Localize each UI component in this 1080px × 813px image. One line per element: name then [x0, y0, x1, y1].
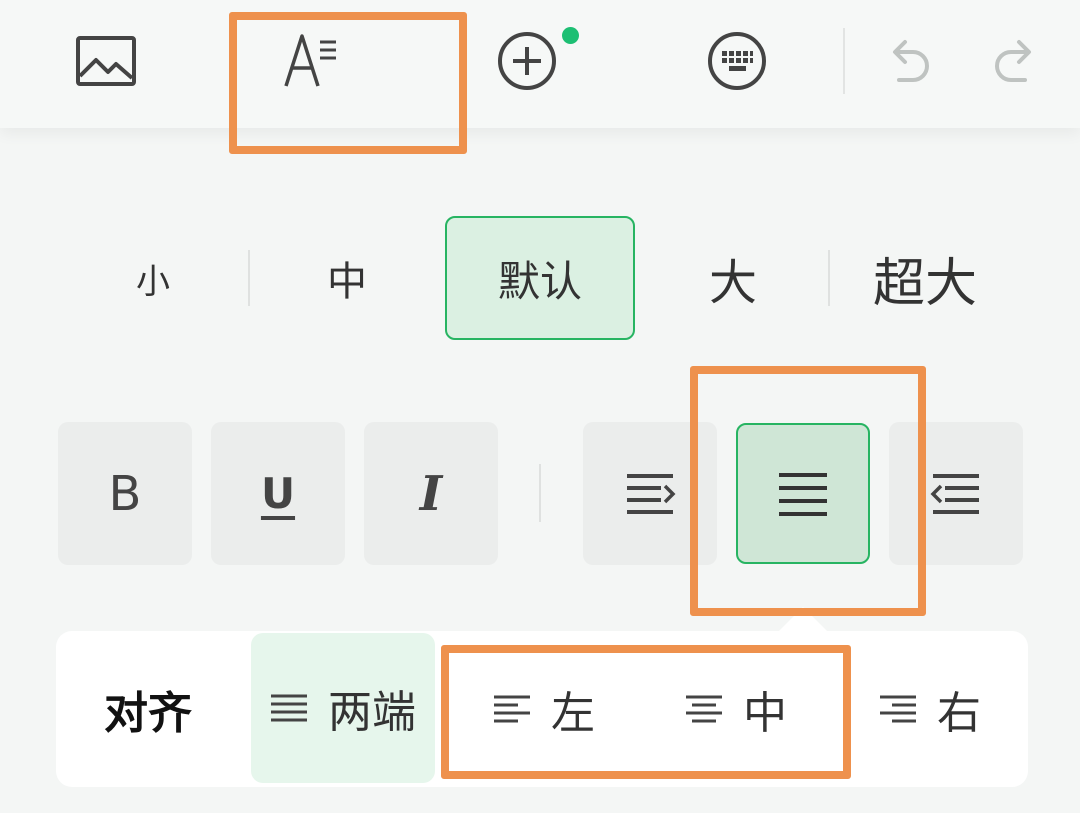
text-format-icon	[284, 34, 336, 87]
align-left-label: 左	[551, 688, 595, 739]
align-right-icon	[880, 695, 916, 723]
text-format-button[interactable]	[272, 24, 362, 96]
keyboard-button[interactable]	[704, 28, 770, 94]
redo-button[interactable]	[986, 30, 1044, 90]
italic-label: I	[419, 465, 443, 522]
editor-toolbar	[0, 0, 1080, 128]
size-separator	[828, 250, 830, 306]
size-small-label: 小	[136, 261, 170, 302]
insert-image-button[interactable]	[66, 28, 146, 94]
align-left-icon	[494, 695, 530, 723]
align-left-option[interactable]: 左	[464, 631, 624, 787]
size-small-option[interactable]: 小	[98, 216, 208, 340]
size-medium-label: 中	[327, 259, 367, 305]
undo-button[interactable]	[880, 30, 938, 90]
align-justify-icon	[779, 472, 827, 516]
underline-button[interactable]: U	[211, 422, 345, 565]
redo-icon	[995, 40, 1031, 82]
insert-add-button[interactable]	[494, 28, 560, 94]
align-center-option[interactable]: 中	[656, 631, 816, 787]
notification-dot	[562, 27, 579, 44]
size-separator	[248, 250, 250, 306]
align-justify-icon	[271, 694, 307, 722]
size-xlarge-label: 超大	[872, 253, 977, 314]
align-popup: 对齐 两端 左 中 右	[56, 631, 1028, 787]
size-default-option[interactable]: 默认	[445, 216, 635, 340]
indent-button[interactable]	[583, 422, 717, 565]
format-separator	[539, 464, 541, 522]
indent-icon	[627, 473, 676, 514]
size-large-label: 大	[708, 255, 757, 311]
outdent-icon	[930, 473, 979, 514]
add-circle-icon	[498, 32, 556, 90]
italic-button[interactable]: I	[364, 422, 498, 565]
size-default-label: 默认	[497, 256, 582, 306]
bold-button[interactable]: B	[58, 422, 192, 565]
align-justify-option[interactable]: 两端	[251, 633, 435, 783]
align-right-label: 右	[937, 688, 981, 739]
align-popup-title: 对齐	[104, 688, 192, 739]
size-xlarge-option[interactable]: 超大	[850, 216, 1000, 340]
align-center-label: 中	[743, 688, 787, 739]
toolbar-divider	[843, 28, 845, 94]
undo-icon	[893, 40, 929, 82]
keyboard-icon	[708, 32, 766, 90]
align-center-icon	[686, 695, 722, 723]
image-icon	[76, 36, 136, 86]
align-right-option[interactable]: 右	[850, 631, 1010, 787]
outdent-button[interactable]	[889, 422, 1023, 565]
size-medium-option[interactable]: 中	[282, 216, 412, 340]
bold-label: B	[108, 465, 142, 522]
align-button[interactable]	[736, 423, 870, 564]
align-justify-label: 两端	[328, 687, 416, 738]
underline-label: U	[260, 469, 296, 518]
size-large-option[interactable]: 大	[668, 216, 798, 340]
